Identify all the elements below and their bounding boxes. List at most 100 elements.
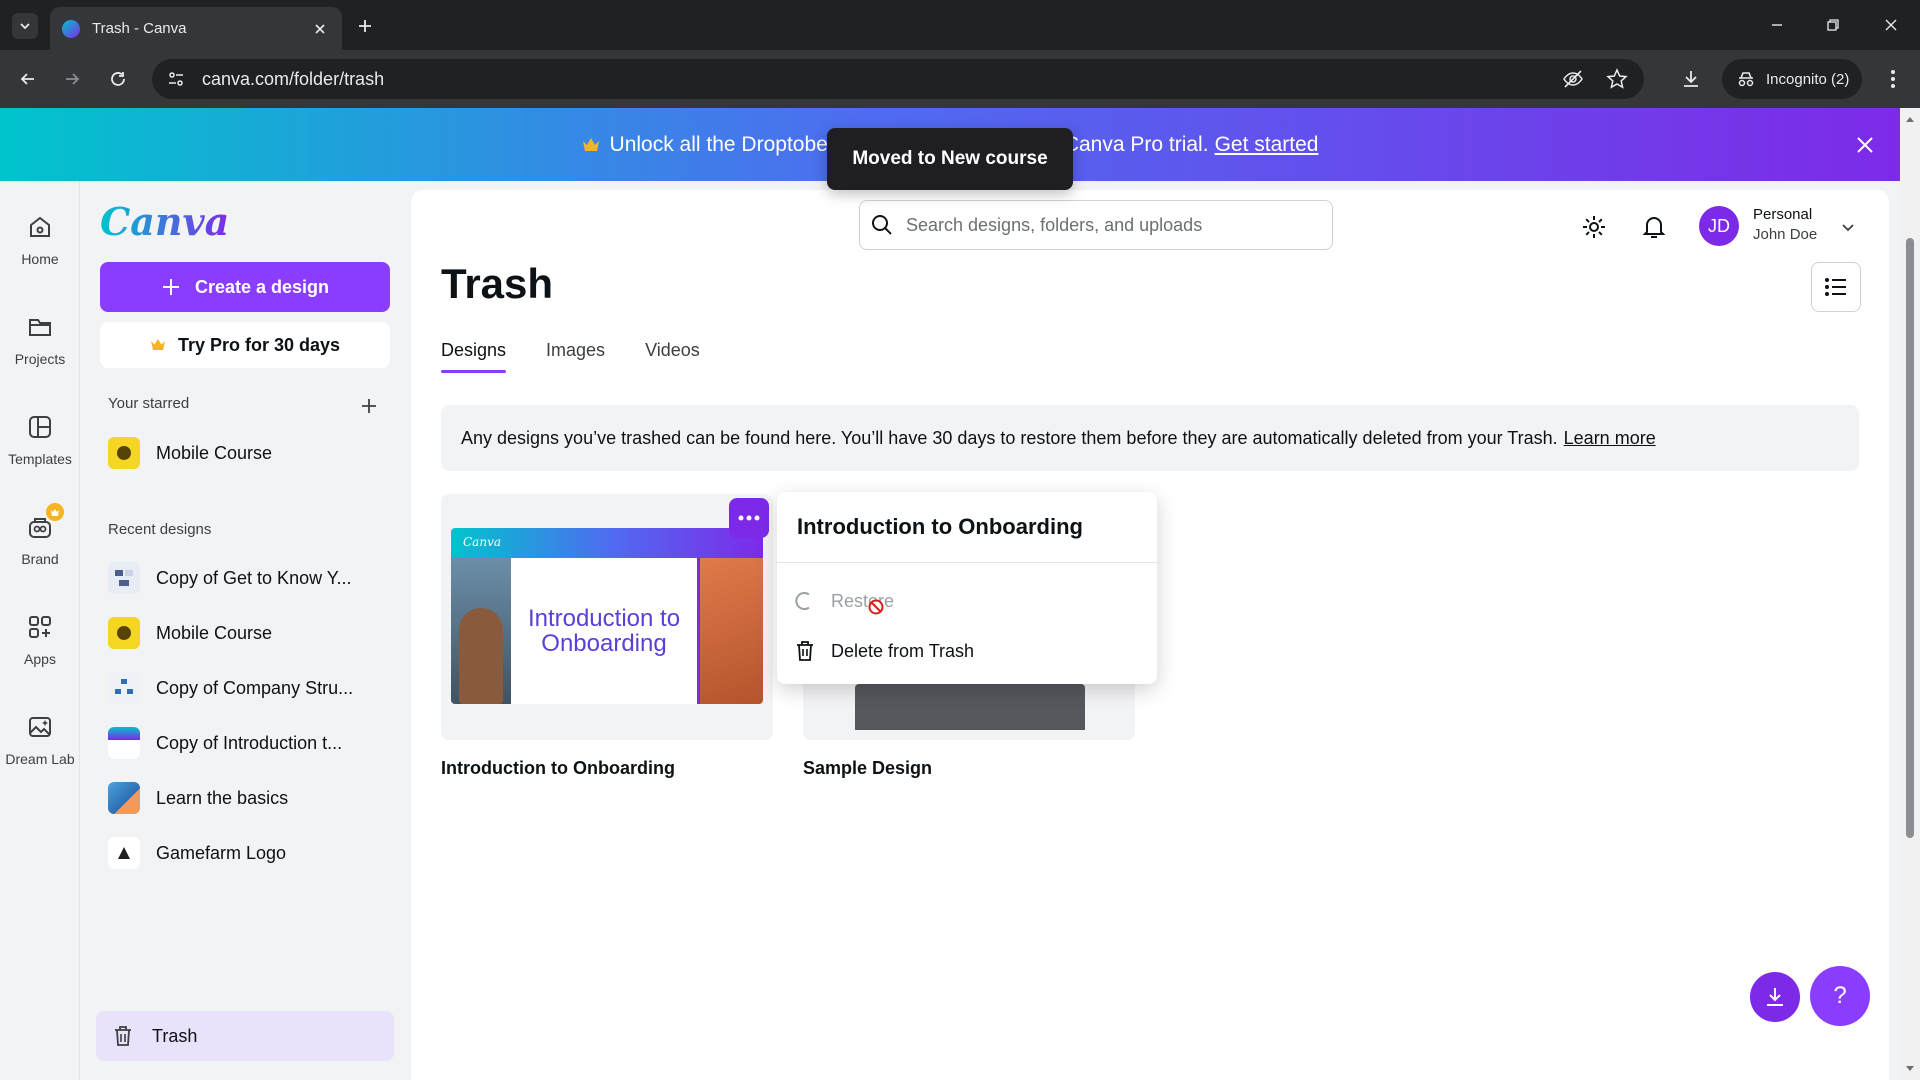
tab-videos[interactable]: Videos — [645, 340, 700, 373]
rail-apps-label: Apps — [24, 651, 56, 667]
folder-icon — [20, 307, 60, 347]
canva-app: Home Projects Templates Brand Apps Dream… — [0, 181, 1900, 1080]
help-button[interactable]: ? — [1810, 966, 1870, 1026]
promo-close-button[interactable] — [1850, 130, 1880, 160]
crown-badge-icon — [46, 503, 64, 521]
search-icon — [872, 215, 892, 235]
design-card-title[interactable]: Sample Design — [803, 758, 932, 779]
page-scrollbar[interactable] — [1900, 108, 1920, 1080]
browser-toolbar: canva.com/folder/trash Incognito (2) — [0, 50, 1920, 108]
account-name: John Doe — [1753, 226, 1818, 243]
tab-close-button[interactable] — [310, 19, 330, 39]
create-design-button[interactable]: Create a design — [100, 262, 390, 312]
content-tabs: Designs Images Videos — [441, 340, 740, 373]
try-pro-label: Try Pro for 30 days — [177, 334, 341, 355]
thumbnail-photo-right — [697, 558, 763, 704]
rail-brand[interactable]: Brand — [0, 501, 80, 585]
site-info-button[interactable] — [158, 63, 194, 95]
tune-icon — [169, 72, 183, 86]
notifications-button[interactable] — [1637, 210, 1671, 244]
recent-item-label: Learn the basics — [156, 787, 289, 808]
divider — [777, 562, 1157, 563]
restore-window-button[interactable] — [1818, 12, 1848, 38]
design-thumbnail — [108, 837, 140, 869]
rail-home[interactable]: Home — [0, 201, 80, 285]
sidebar-item-trash[interactable]: Trash — [96, 1011, 394, 1061]
rail-projects[interactable]: Projects — [0, 301, 80, 385]
design-context-menu: Introduction to Onboarding Restore Delet… — [777, 492, 1157, 684]
forward-button[interactable] — [58, 65, 86, 93]
main-panel: Search designs, folders, and uploads JD … — [411, 190, 1889, 1080]
delete-label: Delete from Trash — [831, 640, 975, 661]
recent-item[interactable]: Learn the basics — [100, 774, 390, 822]
browser-menu-button[interactable] — [1880, 65, 1906, 93]
search-placeholder: Search designs, folders, and uploads — [906, 214, 1203, 235]
tab-images[interactable]: Images — [546, 340, 605, 373]
avatar[interactable]: JD — [1699, 206, 1739, 246]
design-card[interactable]: Canva Introduction to Onboarding — [441, 494, 773, 740]
back-button[interactable] — [14, 65, 42, 93]
design-thumbnail — [108, 672, 140, 704]
rail-home-label: Home — [21, 251, 59, 267]
scrollbar-thumb[interactable] — [1906, 238, 1914, 838]
downloads-button[interactable] — [1676, 64, 1706, 94]
person-photo — [459, 608, 503, 704]
loading-spinner-icon — [795, 592, 810, 610]
create-design-label: Create a design — [194, 276, 330, 297]
tracking-protection-button[interactable] — [1556, 62, 1590, 96]
rail-projects-label: Projects — [14, 351, 66, 367]
download-app-button[interactable] — [1750, 972, 1800, 1022]
scroll-up-icon[interactable] — [1905, 114, 1915, 124]
recent-item-label: Mobile Course — [156, 622, 273, 643]
promo-get-started-link[interactable]: Get started — [1215, 133, 1319, 157]
nav-rail: Home Projects Templates Brand Apps Dream… — [0, 181, 80, 1080]
rail-templates[interactable]: Templates — [0, 401, 80, 485]
starred-section-title: Your starred — [108, 395, 190, 412]
delete-from-trash-menu-item[interactable]: Delete from Trash — [795, 629, 1139, 673]
learn-more-link[interactable]: Learn more — [1564, 428, 1656, 449]
reload-button[interactable] — [104, 65, 132, 93]
recent-item-label: Copy of Introduction t... — [156, 732, 343, 753]
recent-item[interactable]: Mobile Course — [100, 609, 390, 657]
close-icon — [315, 23, 325, 34]
recent-item[interactable]: Copy of Company Stru... — [100, 664, 390, 712]
recent-item[interactable]: Copy of Get to Know Y... — [100, 554, 390, 602]
design-thumbnail: Canva Introduction to Onboarding — [451, 528, 763, 704]
bookmark-button[interactable] — [1600, 62, 1634, 96]
incognito-button[interactable]: Incognito (2) — [1722, 59, 1862, 99]
canva-logo[interactable]: Canva — [100, 199, 229, 244]
rail-dreamlab[interactable]: Dream Lab — [0, 701, 80, 785]
more-options-button[interactable] — [729, 498, 769, 538]
minimize-icon — [1772, 24, 1782, 26]
apps-icon — [20, 607, 60, 647]
recent-item-label: Gamefarm Logo — [156, 842, 287, 863]
sidebar: Canva Create a design Try Pro for 30 day… — [80, 181, 408, 1080]
more-vertical-icon — [1891, 70, 1895, 88]
starred-item[interactable]: Mobile Course — [100, 429, 390, 477]
thumbnail-header: Canva — [451, 528, 763, 558]
more-horizontal-icon — [738, 515, 760, 521]
design-card-title[interactable]: Introduction to Onboarding — [441, 758, 675, 779]
tab-designs[interactable]: Designs — [441, 340, 507, 373]
tab-search-button[interactable] — [12, 13, 38, 39]
browser-tab[interactable]: Trash - Canva — [50, 7, 342, 50]
url-text: canva.com/folder/trash — [202, 68, 385, 89]
list-view-button[interactable] — [1811, 262, 1861, 312]
minimize-button[interactable] — [1762, 12, 1792, 38]
list-icon — [1825, 278, 1846, 296]
recent-item[interactable]: Gamefarm Logo — [100, 829, 390, 877]
new-tab-button[interactable] — [352, 13, 378, 39]
scroll-down-icon[interactable] — [1905, 1064, 1915, 1074]
account-chevron[interactable] — [1839, 218, 1857, 236]
address-bar[interactable]: canva.com/folder/trash — [152, 59, 1644, 99]
close-window-button[interactable] — [1876, 12, 1906, 38]
restore-menu-item[interactable]: Restore — [795, 579, 1139, 623]
try-pro-button[interactable]: Try Pro for 30 days — [100, 322, 390, 368]
add-starred-button[interactable] — [356, 393, 382, 419]
restore-window-icon — [1827, 19, 1839, 31]
rail-apps[interactable]: Apps — [0, 601, 80, 685]
settings-button[interactable] — [1577, 210, 1611, 244]
search-input[interactable]: Search designs, folders, and uploads — [859, 200, 1333, 250]
recent-item[interactable]: Copy of Introduction t... — [100, 719, 390, 767]
account-switcher[interactable]: Personal John Doe — [1753, 206, 1817, 243]
